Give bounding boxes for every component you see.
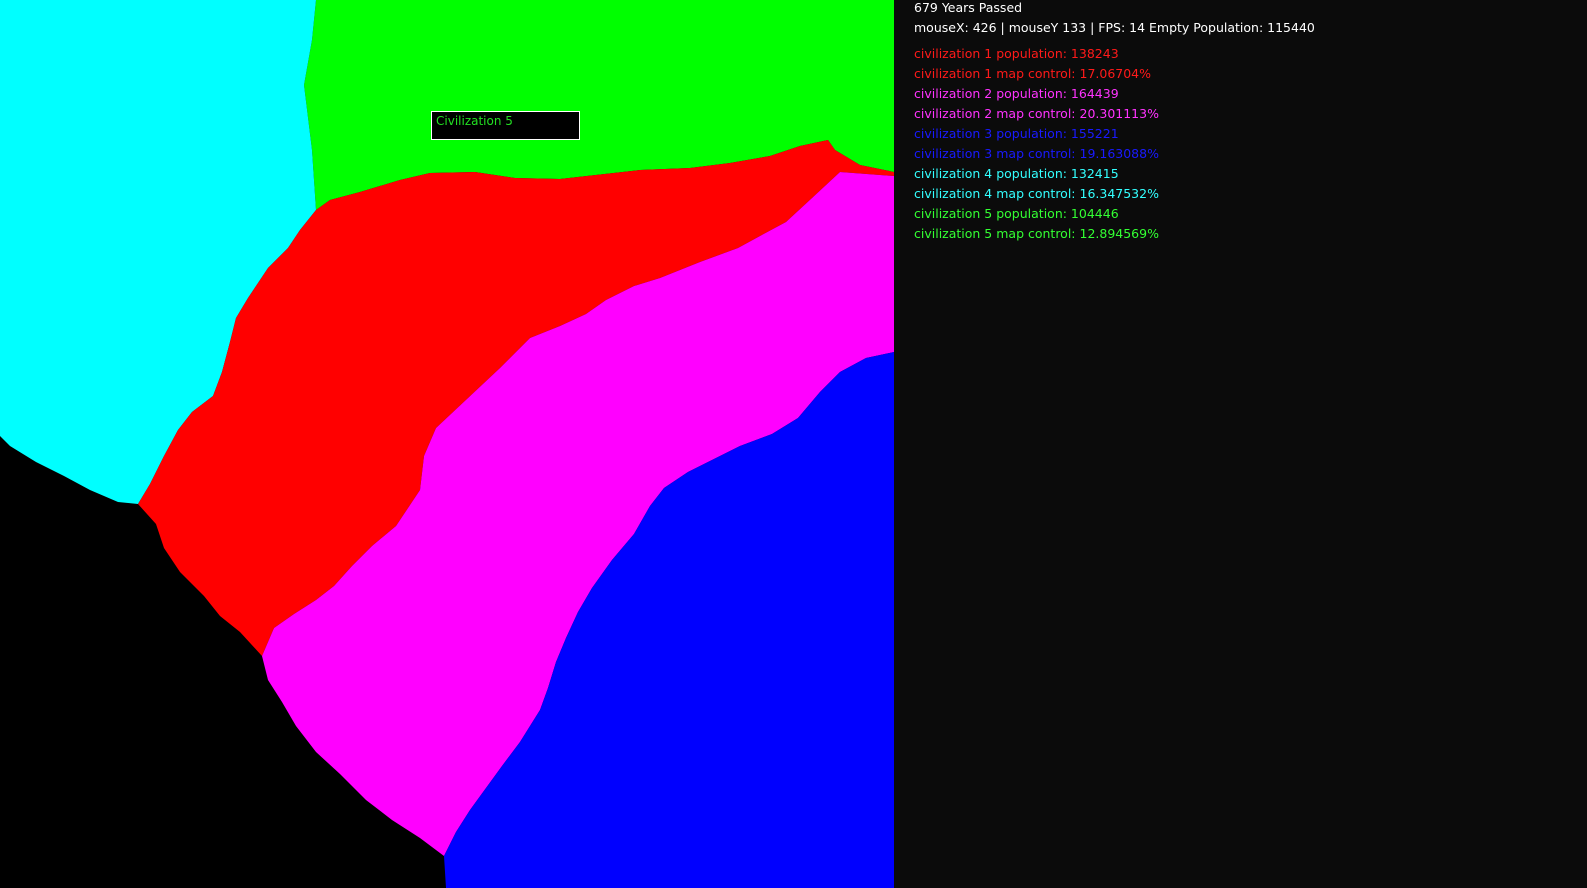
civilization-hover-tooltip: Civilization 5: [431, 111, 580, 140]
civ3-population-label: civilization 3 population: 155221: [914, 126, 1119, 141]
civ4-population-label: civilization 4 population: 132415: [914, 166, 1119, 181]
tooltip-civ-label: Civilization 5: [436, 114, 513, 128]
civ5-map-control-label: civilization 5 map control: 12.894569%: [914, 226, 1159, 241]
civ4-map-control-label: civilization 4 map control: 16.347532%: [914, 186, 1159, 201]
civilization-stats-list: civilization 1 population: 138243 civili…: [894, 0, 1587, 888]
world-map[interactable]: Civilization 5: [0, 0, 894, 888]
game-window: Civilization 5 679 Years Passed mouseX: …: [0, 0, 1587, 888]
civ2-population-label: civilization 2 population: 164439: [914, 86, 1119, 101]
civ3-map-control-label: civilization 3 map control: 19.163088%: [914, 146, 1159, 161]
stats-panel: 679 Years Passed mouseX: 426 | mouseY 13…: [894, 0, 1587, 888]
civ2-map-control-label: civilization 2 map control: 20.301113%: [914, 106, 1159, 121]
civ1-population-label: civilization 1 population: 138243: [914, 46, 1119, 61]
civ1-map-control-label: civilization 1 map control: 17.06704%: [914, 66, 1152, 81]
civ5-population-label: civilization 5 population: 104446: [914, 206, 1119, 221]
